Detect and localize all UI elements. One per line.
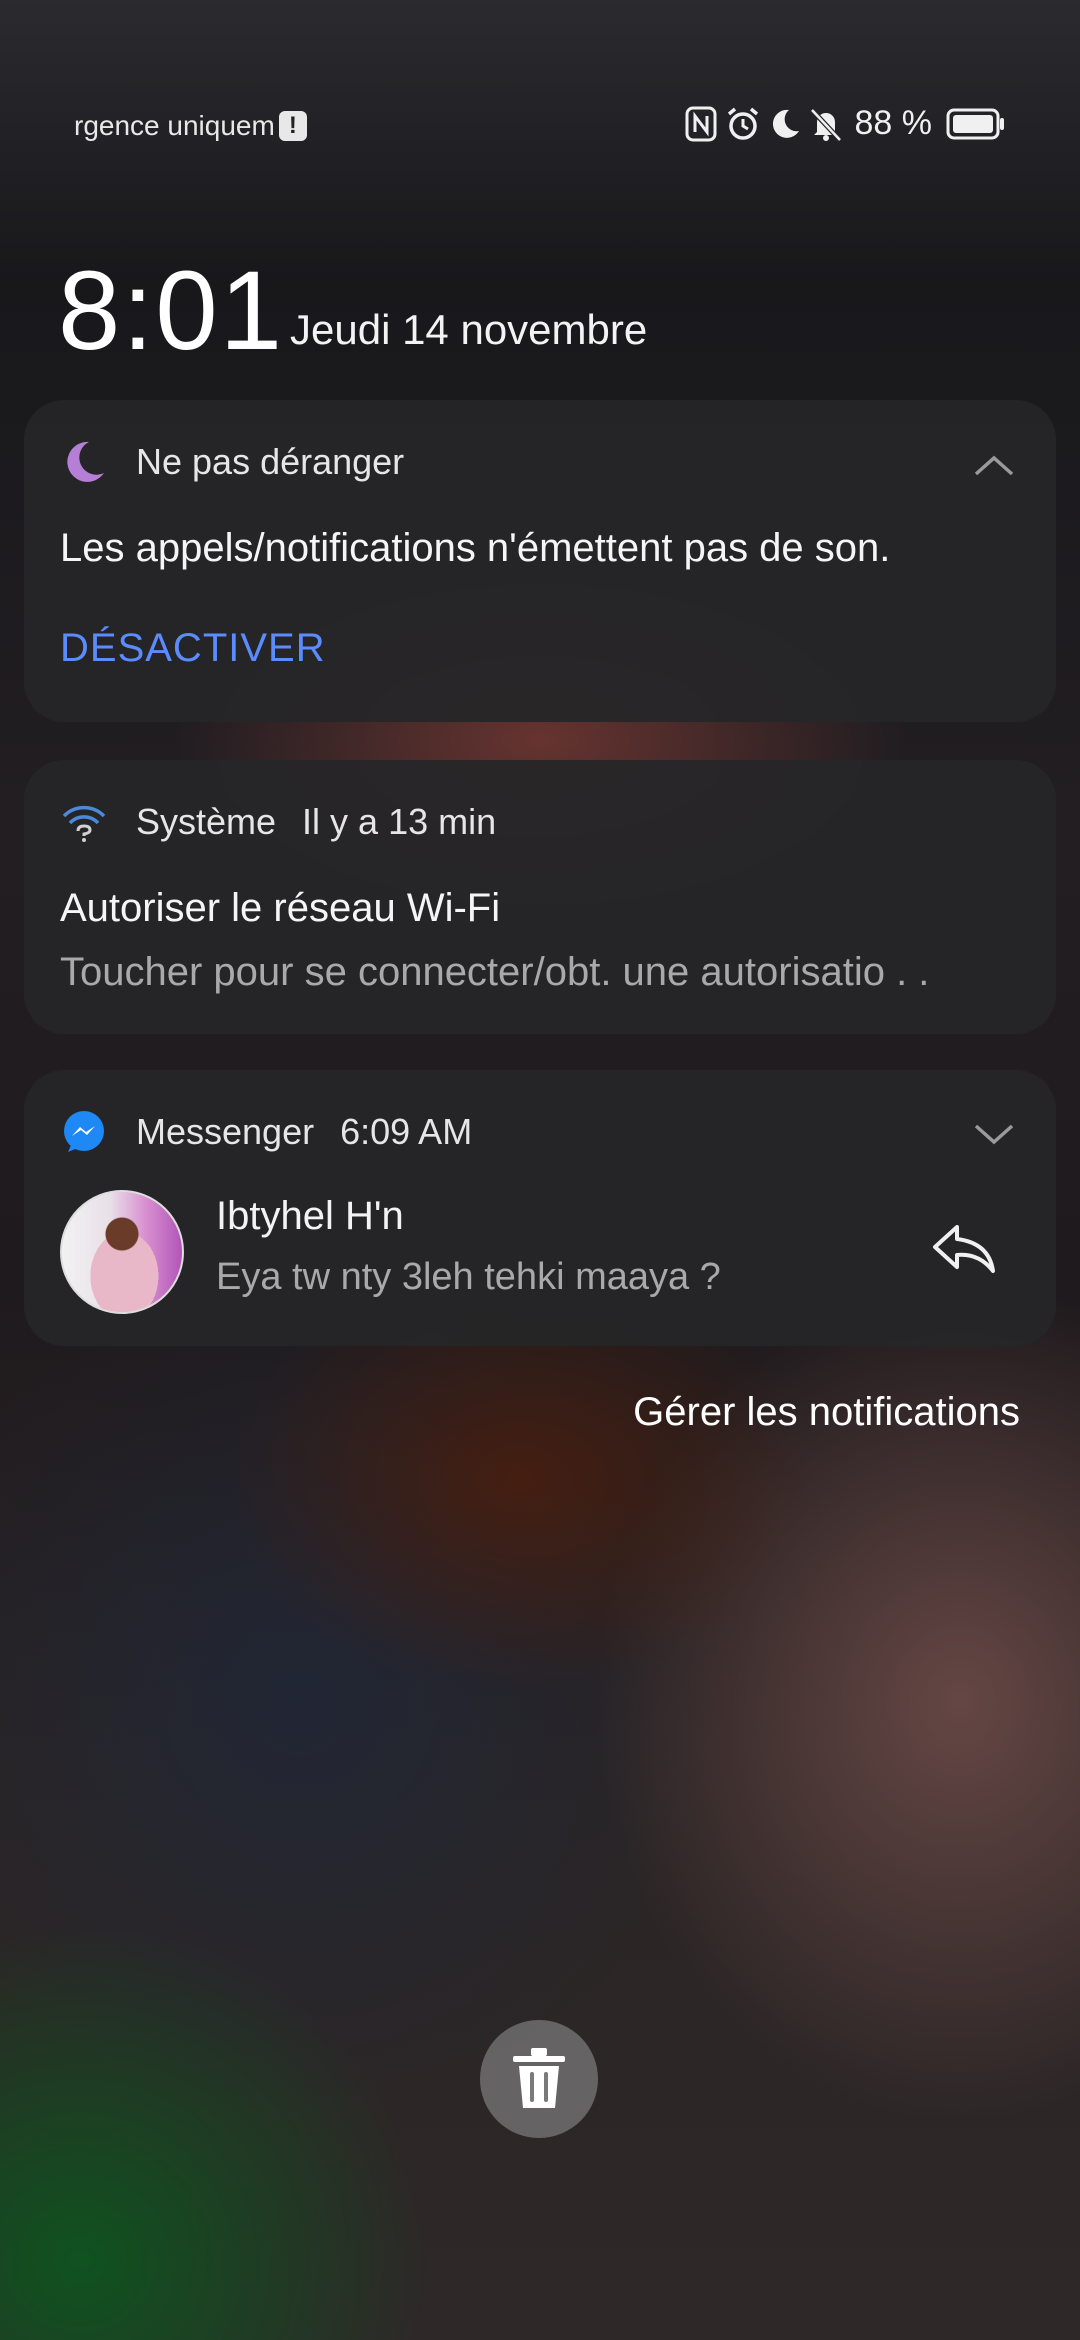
dnd-title: Ne pas déranger: [136, 441, 405, 482]
carrier-label: rgence uniquem: [74, 110, 275, 141]
lockscreen-time: 8:01: [58, 248, 284, 373]
reply-icon: [933, 1225, 995, 1273]
system-time: Il y a 13 min: [302, 801, 497, 842]
nfc-icon: [685, 106, 717, 142]
message-preview: Eya tw nty 3leh tehki maaya ?: [216, 1256, 721, 1298]
system-title: Autoriser le réseau Wi-Fi: [60, 886, 501, 930]
moon-icon: [769, 107, 801, 141]
trash-icon: [513, 2048, 565, 2108]
system-notification-card[interactable]: Système Il y a 13 min Autoriser le résea…: [24, 760, 1056, 1034]
bell-off-icon: [809, 106, 843, 142]
messenger-header: Messenger 6:09 AM: [60, 1108, 472, 1156]
chevron-down-icon[interactable]: [972, 1120, 1016, 1150]
avatar: [60, 1190, 184, 1314]
clear-all-button[interactable]: [480, 2020, 598, 2138]
dnd-notification-card[interactable]: Ne pas déranger Les appels/notifications…: [24, 400, 1056, 722]
messenger-app-name: Messenger: [136, 1111, 315, 1152]
wifi-question-icon: [60, 798, 108, 846]
messenger-notification-card[interactable]: Messenger 6:09 AM Ibtyhel H'n Eya tw nty…: [24, 1070, 1056, 1346]
dnd-body: Les appels/notifications n'émettent pas …: [60, 526, 891, 570]
message-sender: Ibtyhel H'n: [216, 1194, 404, 1238]
chevron-up-icon[interactable]: [972, 450, 1016, 480]
carrier-text: rgence uniquem: [74, 110, 307, 142]
dnd-header: Ne pas déranger: [60, 438, 404, 486]
status-bar: rgence uniquem ! 88 %: [0, 100, 1080, 156]
system-app-name: Système: [136, 801, 277, 842]
battery-icon: [946, 108, 1006, 140]
system-header: Système Il y a 13 min: [60, 798, 496, 846]
dnd-disable-button[interactable]: DÉSACTIVER: [60, 626, 326, 671]
battery-percent: 88 %: [854, 104, 933, 142]
alarm-icon: [725, 106, 761, 142]
reply-button[interactable]: [928, 1216, 1000, 1280]
alert-icon: [278, 111, 307, 141]
status-icons: 88 %: [685, 104, 1007, 143]
manage-notifications-button[interactable]: Gérer les notifications: [633, 1390, 1020, 1435]
messenger-time: 6:09 AM: [340, 1111, 473, 1152]
messenger-icon: [60, 1108, 108, 1156]
moon-icon: [60, 438, 108, 486]
system-text: Toucher pour se connecter/obt. une autor…: [60, 950, 930, 994]
lockscreen-date: Jeudi 14 novembre: [290, 306, 648, 353]
